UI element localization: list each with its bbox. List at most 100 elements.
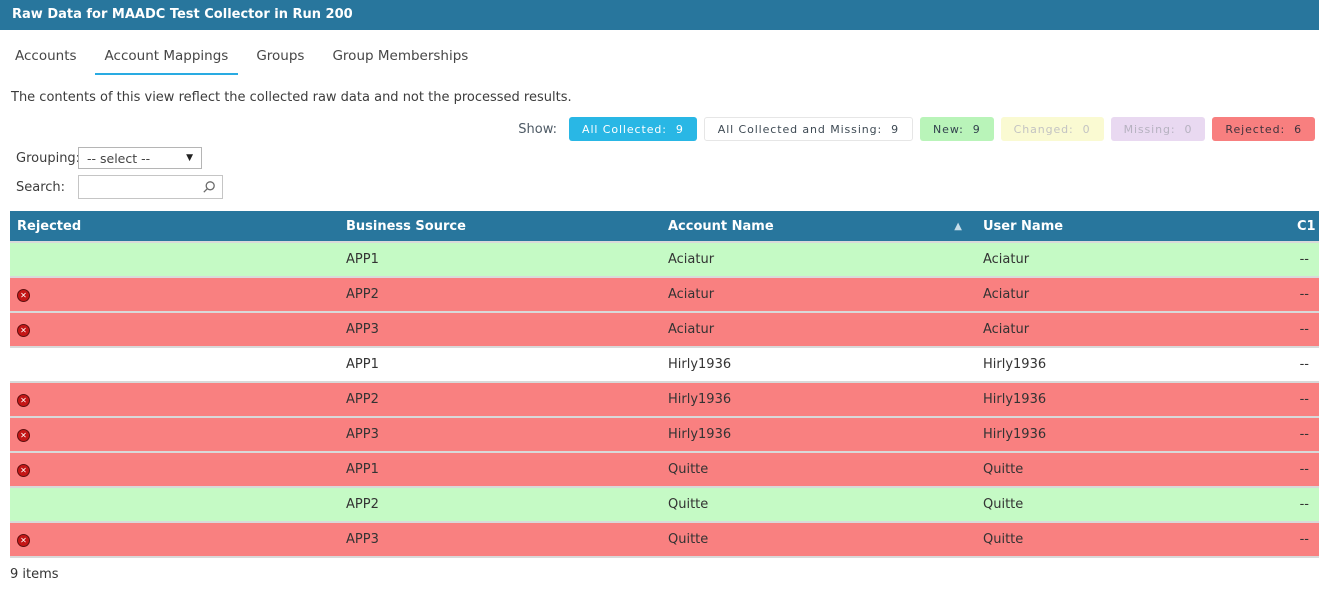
filter-count: 0: [1185, 123, 1193, 136]
tab-group-memberships[interactable]: Group Memberships: [322, 43, 478, 75]
column-header-business-source[interactable]: Business Source: [339, 211, 661, 242]
filter-all-collected-and-missing[interactable]: All Collected and Missing: 9: [704, 117, 913, 141]
rejected-icon: ✕: [17, 289, 30, 302]
tab-strip: Accounts Account Mappings Groups Group M…: [0, 43, 1319, 75]
table-row[interactable]: ✕ APP2 Hirly1936 Hirly1936 --: [10, 382, 1319, 417]
filter-count: 9: [973, 123, 981, 136]
cell-c1: --: [1290, 347, 1319, 382]
filter-label: Missing:: [1124, 123, 1176, 136]
cell-user-name: Hirly1936: [976, 382, 1290, 417]
tab-account-mappings[interactable]: Account Mappings: [95, 43, 239, 75]
cell-account-name: Hirly1936: [661, 417, 976, 452]
filter-label: Rejected:: [1225, 123, 1285, 136]
filter-changed[interactable]: Changed: 0: [1001, 117, 1104, 141]
cell-account-name: Aciatur: [661, 312, 976, 347]
filter-label: Changed:: [1014, 123, 1074, 136]
table-row[interactable]: ✕ APP1 Aciatur Aciatur --: [10, 242, 1319, 277]
cell-user-name: Aciatur: [976, 242, 1290, 277]
cell-rejected: ✕: [10, 347, 339, 382]
table-header-row: Rejected Business Source Account Name ▲ …: [10, 211, 1319, 242]
filter-count: 9: [891, 123, 899, 136]
table-row[interactable]: ✕ APP3 Aciatur Aciatur --: [10, 312, 1319, 347]
cell-c1: --: [1290, 522, 1319, 557]
column-header-account-name[interactable]: Account Name ▲: [661, 211, 976, 242]
cell-account-name: Aciatur: [661, 277, 976, 312]
chevron-down-icon: ▼: [186, 154, 193, 163]
cell-c1: --: [1290, 277, 1319, 312]
cell-user-name: Quitte: [976, 452, 1290, 487]
cell-account-name: Hirly1936: [661, 347, 976, 382]
cell-business-source: APP3: [339, 312, 661, 347]
filter-missing[interactable]: Missing: 0: [1111, 117, 1206, 141]
cell-user-name: Aciatur: [976, 277, 1290, 312]
table-row[interactable]: ✕ APP3 Hirly1936 Hirly1936 --: [10, 417, 1319, 452]
cell-rejected: ✕: [10, 522, 339, 557]
cell-business-source: APP2: [339, 277, 661, 312]
cell-c1: --: [1290, 312, 1319, 347]
search-row: Search:: [16, 175, 1319, 199]
table-row[interactable]: ✕ APP2 Aciatur Aciatur --: [10, 277, 1319, 312]
view-description: The contents of this view reflect the co…: [11, 90, 1319, 105]
table-row[interactable]: ✕ APP3 Quitte Quitte --: [10, 522, 1319, 557]
grouping-selected-value: -- select --: [87, 151, 150, 166]
cell-account-name: Hirly1936: [661, 382, 976, 417]
cell-rejected: ✕: [10, 487, 339, 522]
cell-rejected: ✕: [10, 382, 339, 417]
page-title: Raw Data for MAADC Test Collector in Run…: [12, 7, 353, 22]
cell-user-name: Hirly1936: [976, 417, 1290, 452]
cell-user-name: Hirly1936: [976, 347, 1290, 382]
filter-count: 9: [676, 123, 684, 136]
cell-rejected: ✕: [10, 277, 339, 312]
table-row[interactable]: ✕ APP2 Quitte Quitte --: [10, 487, 1319, 522]
rejected-icon: ✕: [17, 464, 30, 477]
cell-user-name: Quitte: [976, 487, 1290, 522]
column-header-label: Account Name: [668, 219, 774, 234]
filter-all-collected[interactable]: All Collected: 9: [569, 117, 697, 141]
column-header-user-name[interactable]: User Name: [976, 211, 1290, 242]
cell-business-source: APP3: [339, 522, 661, 557]
cell-business-source: APP2: [339, 487, 661, 522]
cell-c1: --: [1290, 452, 1319, 487]
raw-data-table-wrap: Rejected Business Source Account Name ▲ …: [10, 211, 1319, 558]
window-title-bar: Raw Data for MAADC Test Collector in Run…: [0, 0, 1319, 30]
cell-rejected: ✕: [10, 417, 339, 452]
tab-accounts[interactable]: Accounts: [5, 43, 87, 75]
column-header-c1[interactable]: C1: [1290, 211, 1319, 242]
cell-rejected: ✕: [10, 452, 339, 487]
table-row[interactable]: ✕ APP1 Hirly1936 Hirly1936 --: [10, 347, 1319, 382]
grouping-row: Grouping: -- select -- ▼: [16, 147, 1319, 169]
cell-business-source: APP1: [339, 452, 661, 487]
cell-c1: --: [1290, 242, 1319, 277]
raw-data-table: Rejected Business Source Account Name ▲ …: [10, 211, 1319, 558]
filter-new[interactable]: New: 9: [920, 117, 994, 141]
tab-groups[interactable]: Groups: [246, 43, 314, 75]
cell-c1: --: [1290, 417, 1319, 452]
filter-label: All Collected:: [582, 123, 667, 136]
cell-business-source: APP1: [339, 347, 661, 382]
cell-c1: --: [1290, 382, 1319, 417]
search-icon[interactable]: [200, 180, 222, 194]
cell-rejected: ✕: [10, 242, 339, 277]
filter-label: New:: [933, 123, 964, 136]
search-input[interactable]: [79, 176, 200, 198]
column-header-rejected[interactable]: Rejected: [10, 211, 339, 242]
grouping-select[interactable]: -- select -- ▼: [78, 147, 202, 169]
cell-user-name: Quitte: [976, 522, 1290, 557]
filter-rejected[interactable]: Rejected: 6: [1212, 117, 1315, 141]
cell-c1: --: [1290, 487, 1319, 522]
cell-business-source: APP1: [339, 242, 661, 277]
filter-bar: Show: All Collected: 9 All Collected and…: [0, 117, 1315, 141]
rejected-icon: ✕: [17, 394, 30, 407]
cell-user-name: Aciatur: [976, 312, 1290, 347]
cell-account-name: Aciatur: [661, 242, 976, 277]
table-body: ✕ APP1 Aciatur Aciatur -- ✕ APP2 Aciatur…: [10, 242, 1319, 557]
rejected-icon: ✕: [17, 429, 30, 442]
search-label: Search:: [16, 180, 78, 195]
rejected-icon: ✕: [17, 534, 30, 547]
show-label: Show:: [518, 122, 557, 137]
cell-rejected: ✕: [10, 312, 339, 347]
table-row[interactable]: ✕ APP1 Quitte Quitte --: [10, 452, 1319, 487]
items-count: 9 items: [10, 567, 1319, 582]
cell-account-name: Quitte: [661, 452, 976, 487]
cell-business-source: APP3: [339, 417, 661, 452]
